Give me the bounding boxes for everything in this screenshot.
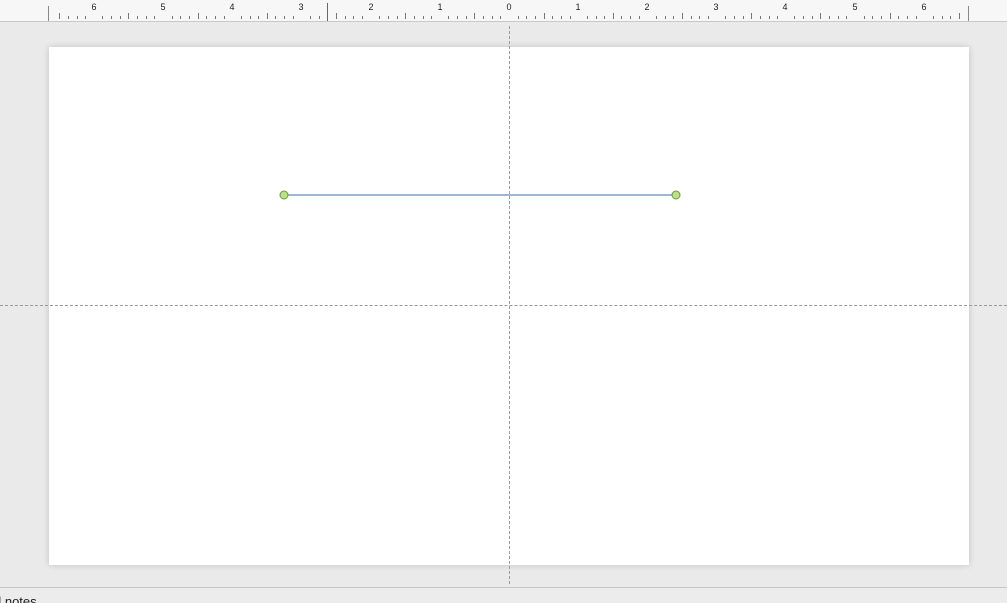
ruler-label: 6 <box>921 2 927 12</box>
line-start-handle[interactable] <box>279 190 289 200</box>
ruler-label: 0 <box>506 2 512 12</box>
ruler-label: 1 <box>437 2 443 12</box>
ruler-label: 1 <box>575 2 581 12</box>
presentation-editor: 6 5 4 3 2 1 0 1 2 3 4 5 6 d notes <box>0 0 1007 603</box>
notes-pane[interactable]: d notes <box>0 587 1007 603</box>
line-end-handle[interactable] <box>671 190 681 200</box>
ruler-label: 5 <box>852 2 858 12</box>
ruler-label: 3 <box>298 2 304 12</box>
ruler-label: 4 <box>782 2 788 12</box>
ruler-label: 4 <box>229 2 235 12</box>
slide-workspace[interactable] <box>0 22 1007 587</box>
ruler-label: 3 <box>713 2 719 12</box>
horizontal-ruler[interactable]: 6 5 4 3 2 1 0 1 2 3 4 5 6 <box>0 0 1007 22</box>
horizontal-guide[interactable] <box>0 305 1007 306</box>
notes-label: d notes <box>0 594 37 603</box>
ruler-label: 2 <box>644 2 650 12</box>
ruler-label: 6 <box>91 2 97 12</box>
ruler-label: 5 <box>160 2 166 12</box>
ruler-label: 2 <box>368 2 374 12</box>
